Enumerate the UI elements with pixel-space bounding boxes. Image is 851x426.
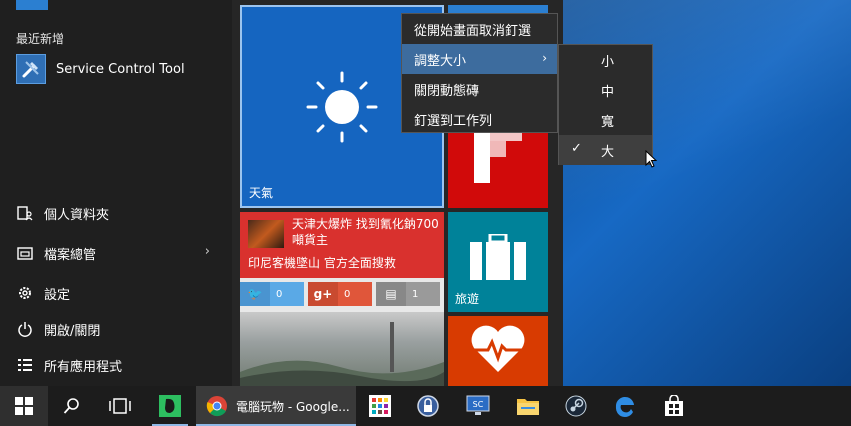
taskbar-service-control[interactable]: SC <box>454 386 502 426</box>
size-wide-label: 寬 <box>601 115 615 130</box>
recent-app-service-control-tool[interactable]: Service Control Tool <box>16 53 232 85</box>
suitcase-icon <box>470 234 526 280</box>
comment-button[interactable]: ▤ 1 <box>376 282 440 306</box>
search-button[interactable] <box>48 386 96 426</box>
heart-pulse-icon <box>471 325 525 372</box>
nav-file-explorer[interactable]: 檔案總管 › <box>16 240 216 266</box>
chrome-icon <box>206 396 227 417</box>
list-icon <box>16 356 34 374</box>
apps-grid-icon <box>369 395 391 417</box>
start-button[interactable] <box>0 386 48 426</box>
folder-icon <box>517 399 539 415</box>
taskbar-keepass[interactable] <box>404 386 452 426</box>
news-share-row: 🐦 0 g+ 0 ▤ 1 <box>240 282 444 306</box>
nav-power[interactable]: 開啟/關閉 <box>16 316 216 342</box>
size-small-label: 小 <box>601 55 615 70</box>
task-view-icon <box>109 398 131 414</box>
svg-text:SC: SC <box>473 400 484 409</box>
news-photo <box>240 312 444 386</box>
sun-icon <box>306 71 378 143</box>
lock-icon <box>417 395 439 417</box>
taskbar-steam[interactable] <box>552 386 600 426</box>
gear-icon <box>16 284 34 302</box>
nav-power-label: 開啟/關閉 <box>44 323 101 339</box>
store-bag-icon <box>665 395 683 416</box>
tools-icon <box>16 54 46 84</box>
news-tile[interactable]: 天津大爆炸 找到氰化鈉700噸貨主 印尼客機墜山 官方全面搜救 🐦 0 g+ 0… <box>240 212 444 386</box>
size-small-item[interactable]: 小 <box>559 45 652 75</box>
search-icon <box>63 398 79 414</box>
news-subheadline: 印尼客機墜山 官方全面搜救 <box>248 256 396 270</box>
gplus-share-button[interactable]: g+ 0 <box>308 282 372 306</box>
taskbar-apps-grid[interactable] <box>356 386 404 426</box>
power-icon <box>16 320 34 338</box>
comment-icon: ▤ <box>376 282 406 306</box>
gplus-icon: g+ <box>308 282 338 306</box>
taskbar-chrome-window[interactable]: 電腦玩物 - Google... <box>196 386 356 426</box>
nav-settings[interactable]: 設定 <box>16 280 216 306</box>
twitter-share-button[interactable]: 🐦 0 <box>240 282 304 306</box>
folder-user-icon <box>16 204 34 222</box>
chevron-right-icon[interactable]: › <box>205 244 210 259</box>
evernote-icon <box>159 395 181 417</box>
resize-label: 調整大小 <box>414 53 467 69</box>
pin-to-taskbar-item[interactable]: 釘選到工作列 <box>402 104 557 134</box>
live-tile-off-label: 關閉動態磚 <box>414 83 480 99</box>
comment-count: 1 <box>412 288 419 300</box>
weather-tile-label: 天氣 <box>249 186 274 200</box>
taskbar-evernote[interactable] <box>146 386 194 426</box>
recently-added-label: 最近新增 <box>16 32 65 46</box>
size-medium-label: 中 <box>601 85 615 100</box>
unpin-label: 從開始畫面取消釘選 <box>414 23 532 39</box>
nav-documents[interactable]: 個人資料夾 <box>16 200 216 226</box>
health-tile[interactable] <box>448 316 548 386</box>
nav-all-apps-label: 所有應用程式 <box>44 359 123 375</box>
windows-logo-icon <box>15 397 33 415</box>
start-menu-left: 最近新增 Service Control Tool 個人資料夾 檔案總管 › 設… <box>0 0 232 386</box>
nav-settings-label: 設定 <box>44 287 71 303</box>
resize-submenu: 小 中 寬 ✓ 大 <box>558 44 653 165</box>
twitter-count: 0 <box>276 288 283 300</box>
edge-icon <box>615 396 634 417</box>
folder-icon <box>16 244 34 262</box>
turn-off-live-tile-item[interactable]: 關閉動態磚 <box>402 74 557 104</box>
size-large-label: 大 <box>601 145 615 160</box>
recent-app-label: Service Control Tool <box>56 61 185 77</box>
news-thumbnail-image <box>248 220 284 248</box>
size-wide-item[interactable]: 寬 <box>559 105 652 135</box>
taskbar-edge[interactable] <box>601 386 649 426</box>
taskbar-store[interactable] <box>650 386 698 426</box>
nav-documents-label: 個人資料夾 <box>44 207 110 223</box>
nav-all-apps[interactable]: 所有應用程式 <box>16 352 216 378</box>
cut-off-app-icon[interactable] <box>16 0 48 10</box>
resize-item[interactable]: 調整大小 › <box>402 44 557 74</box>
unpin-from-start-item[interactable]: 從開始畫面取消釘選 <box>402 14 557 44</box>
twitter-icon: 🐦 <box>240 282 270 306</box>
steam-icon <box>565 395 587 417</box>
chevron-right-icon: › <box>542 51 547 65</box>
mouse-cursor-icon <box>645 150 657 168</box>
tile-context-menu: 從開始畫面取消釘選 調整大小 › 關閉動態磚 釘選到工作列 <box>401 13 558 133</box>
pin-taskbar-label: 釘選到工作列 <box>414 113 493 129</box>
task-view-button[interactable] <box>96 386 144 426</box>
size-medium-item[interactable]: 中 <box>559 75 652 105</box>
news-headline: 天津大爆炸 找到氰化鈉700噸貨主 <box>292 217 439 247</box>
taskbar: 電腦玩物 - Google... SC <box>0 386 851 426</box>
size-large-item[interactable]: ✓ 大 <box>559 135 652 165</box>
gplus-count: 0 <box>344 288 351 300</box>
travel-tile-label: 旅遊 <box>455 292 480 306</box>
chrome-window-title: 電腦玩物 - Google... <box>236 399 350 414</box>
travel-tile[interactable]: 旅遊 <box>448 212 548 312</box>
taskbar-file-explorer[interactable] <box>504 386 552 426</box>
nav-file-explorer-label: 檔案總管 <box>44 247 97 263</box>
monitor-sc-icon: SC <box>466 395 490 415</box>
check-icon: ✓ <box>571 141 582 156</box>
